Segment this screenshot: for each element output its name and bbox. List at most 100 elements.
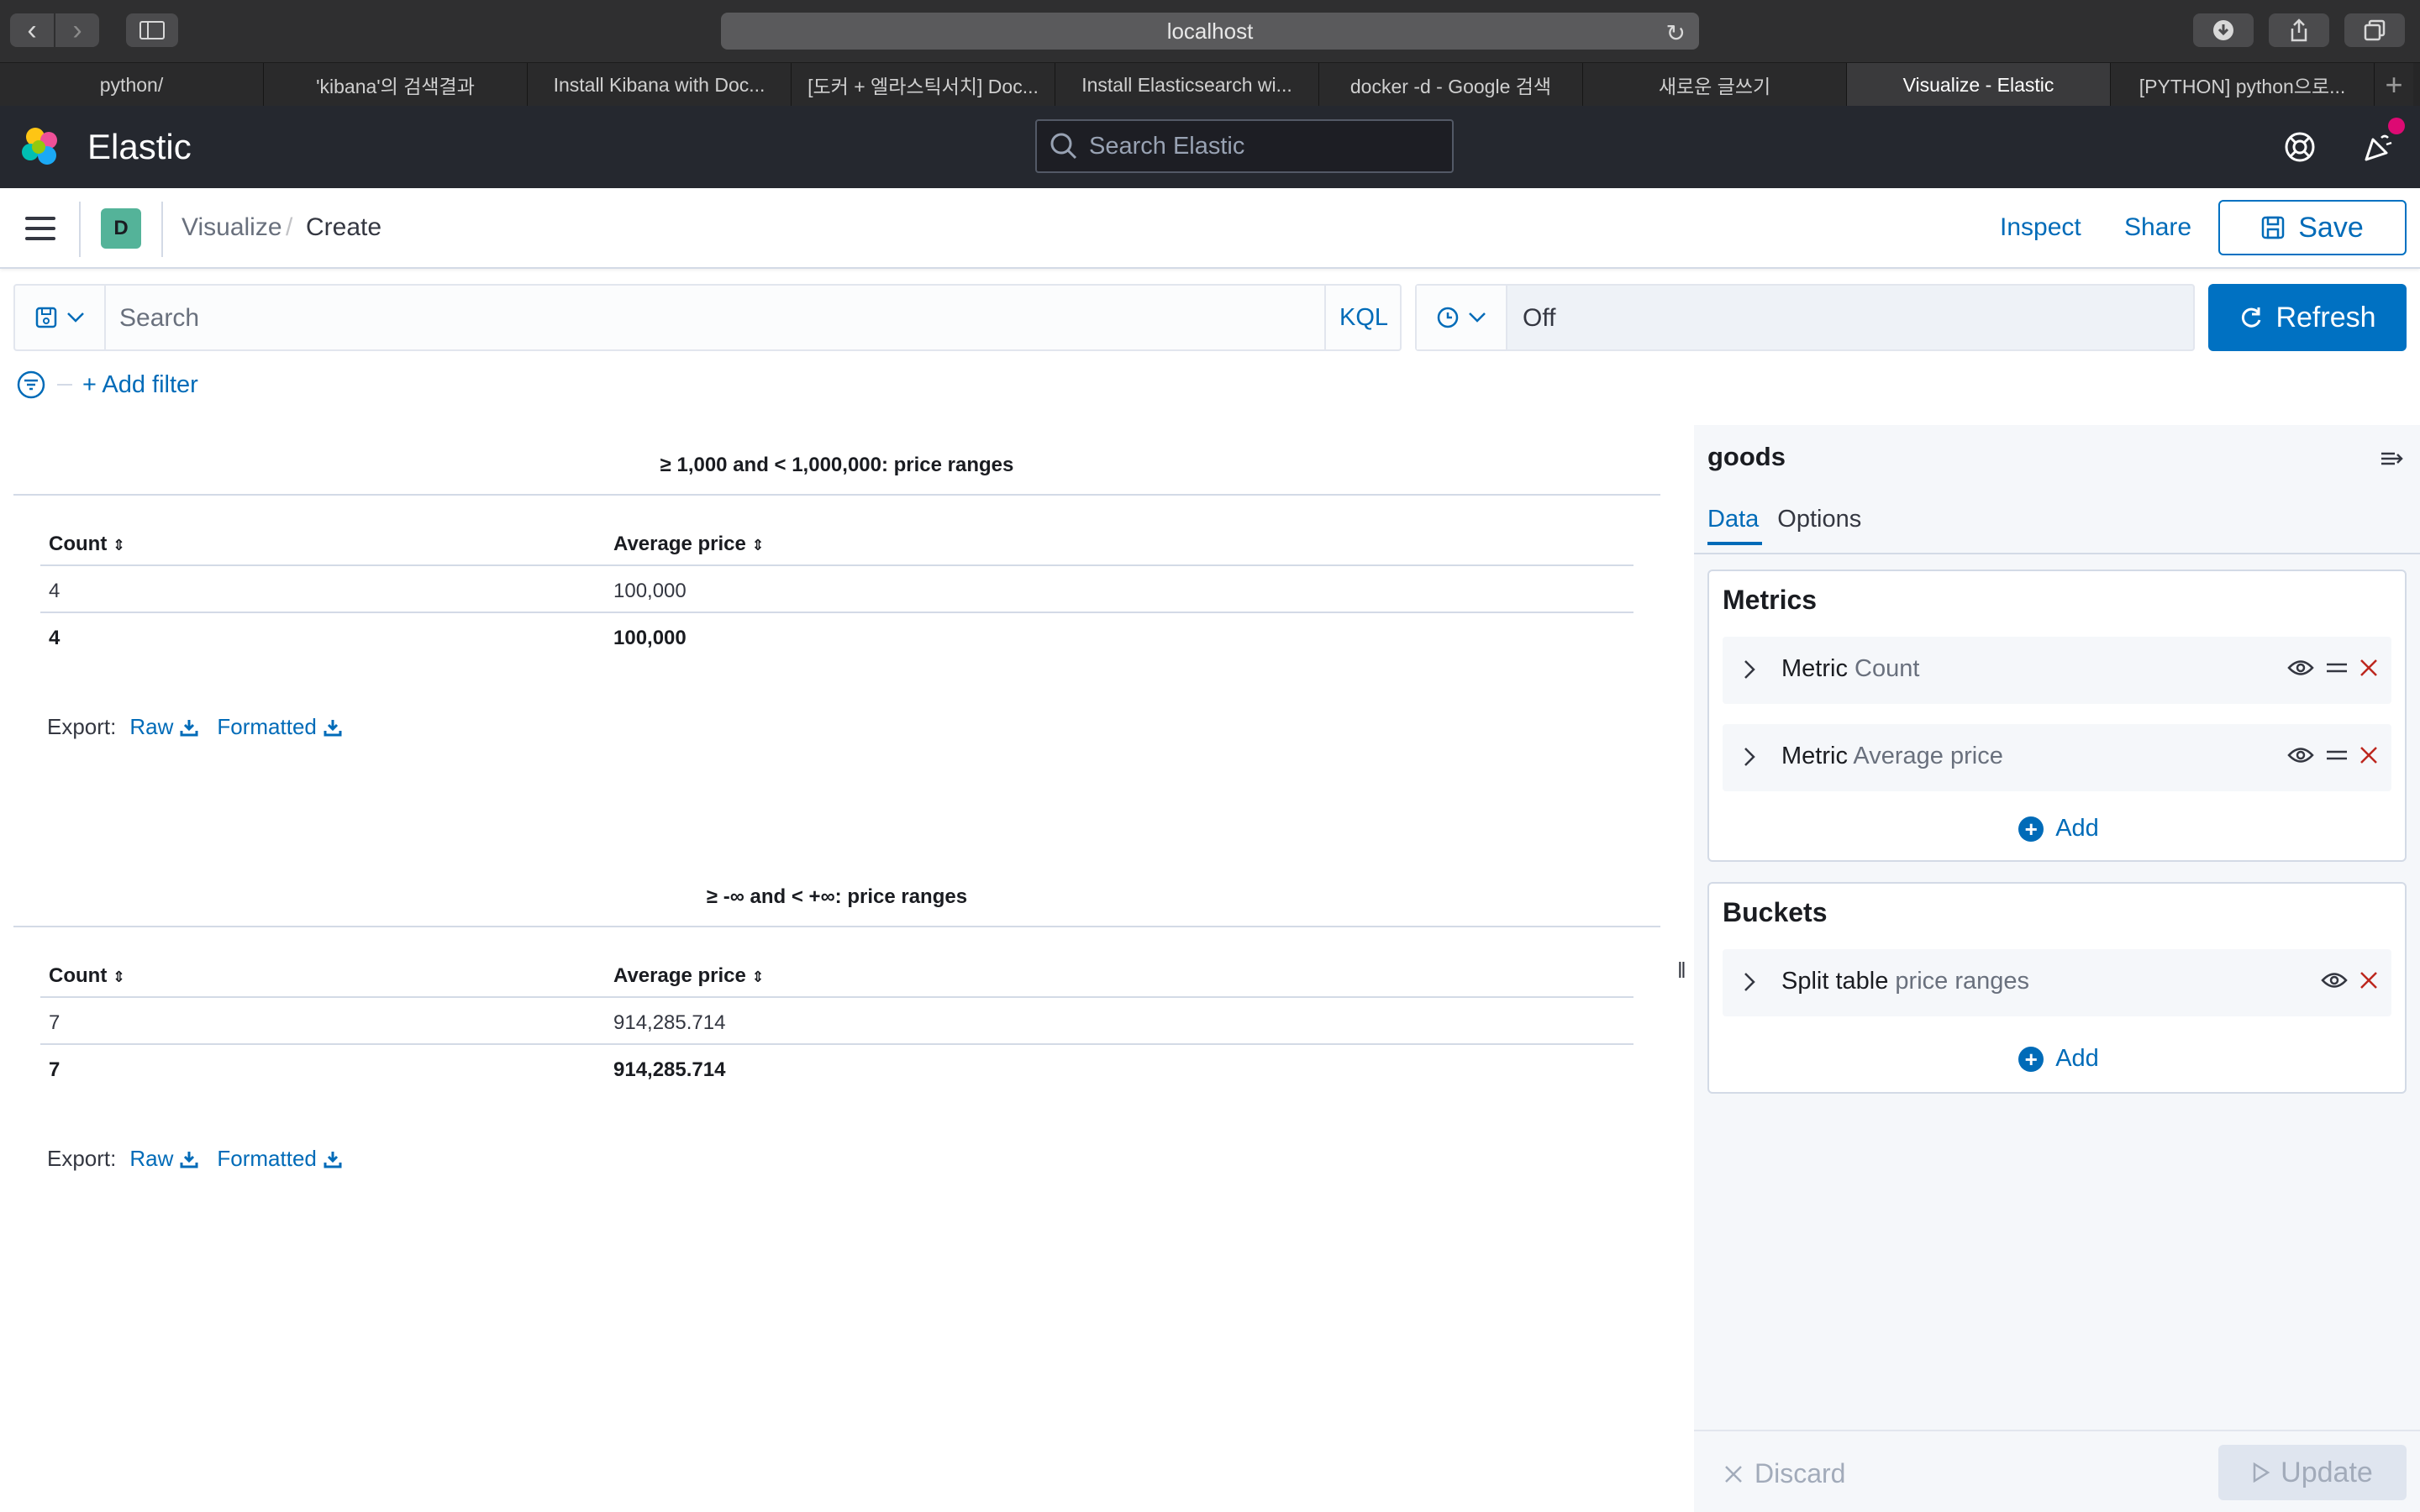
- quick-menu-button[interactable]: [1417, 286, 1507, 349]
- cell-count[interactable]: 7: [49, 1011, 60, 1035]
- update-button[interactable]: Update: [2218, 1445, 2407, 1500]
- table-total-row: 4 100,000: [40, 613, 1634, 660]
- sort-icon: ⇕: [112, 969, 126, 985]
- metric-agg-average-price[interactable]: Metric Average price: [1723, 724, 2391, 791]
- chevron-right-icon[interactable]: [1743, 659, 1756, 680]
- cell-count[interactable]: 4: [49, 580, 60, 603]
- share-button[interactable]: Share: [2124, 213, 2191, 242]
- export-raw-button[interactable]: Raw: [129, 714, 198, 740]
- download-icon: [180, 719, 198, 736]
- inspect-button[interactable]: Inspect: [2000, 213, 2081, 242]
- browser-tab[interactable]: python/: [0, 63, 264, 107]
- column-header-average-price[interactable]: Average price ⇕: [613, 533, 765, 556]
- download-icon: [324, 1151, 342, 1168]
- remove-icon[interactable]: [2360, 971, 2378, 990]
- elastic-logo-icon[interactable]: [18, 125, 62, 169]
- bucket-agg-label: Split table price ranges: [1781, 968, 2030, 995]
- kql-toggle-button[interactable]: KQL: [1324, 286, 1402, 349]
- share-icon: [2291, 18, 2307, 42]
- browser-tab[interactable]: Install Kibana with Doc...: [528, 63, 792, 107]
- tabs-icon: [2364, 19, 2386, 41]
- panel-resize-handle[interactable]: ‖: [1677, 958, 1686, 984]
- discard-label: Discard: [1754, 1458, 1846, 1488]
- new-tab-button[interactable]: +: [2375, 63, 2413, 107]
- global-search-input[interactable]: Search Elastic: [1035, 119, 1454, 173]
- reload-icon[interactable]: ↻: [1666, 19, 1686, 47]
- search-icon: [1050, 133, 1077, 160]
- browser-tabbar: python/ 'kibana'의 검색결과 Install Kibana wi…: [0, 62, 2420, 107]
- add-bucket-button[interactable]: + Add: [1709, 1045, 2408, 1073]
- menu-icon[interactable]: [25, 217, 55, 240]
- browser-tab[interactable]: Install Elasticsearch wi...: [1055, 63, 1319, 107]
- remove-icon[interactable]: [2360, 746, 2378, 764]
- browser-tab[interactable]: 새로운 글쓰기: [1583, 63, 1847, 107]
- notification-badge: [2388, 118, 2405, 134]
- column-header-count[interactable]: Count ⇕: [49, 964, 125, 988]
- chevron-right-icon[interactable]: [1743, 746, 1756, 768]
- kibana-header: Elastic Search Elastic: [0, 106, 2420, 188]
- save-button[interactable]: Save: [2218, 200, 2407, 255]
- buckets-title: Buckets: [1723, 897, 1828, 927]
- share-browser-button[interactable]: [2269, 13, 2329, 47]
- tab-options[interactable]: Options: [1777, 506, 1861, 545]
- column-header-average-price[interactable]: Average price ⇕: [613, 964, 765, 988]
- drag-handle-icon[interactable]: [2326, 662, 2348, 674]
- agg-actions: [2321, 971, 2378, 990]
- metric-agg-label: Metric Average price: [1781, 743, 2003, 769]
- bucket-agg-split-table[interactable]: Split table price ranges: [1723, 949, 2391, 1016]
- tab-data[interactable]: Data: [1707, 506, 1763, 545]
- refresh-button[interactable]: Refresh: [2208, 284, 2407, 351]
- filter-row: + Add filter: [17, 370, 198, 400]
- global-search-placeholder: Search Elastic: [1089, 132, 1245, 160]
- add-metric-label: Add: [2055, 815, 2099, 842]
- newsfeed-icon[interactable]: [2361, 129, 2396, 165]
- remove-icon[interactable]: [2360, 659, 2378, 677]
- table-row: 7 914,285.714: [40, 998, 1634, 1045]
- add-metric-button[interactable]: + Add: [1709, 815, 2408, 843]
- total-average-price: 100,000: [613, 627, 687, 649]
- divider: [1694, 553, 2420, 554]
- column-header-count[interactable]: Count ⇕: [49, 533, 125, 556]
- filter-icon[interactable]: [17, 370, 45, 399]
- browser-tab[interactable]: [도커 + 엘라스틱서치] Doc...: [792, 63, 1055, 107]
- collapse-sidebar-icon[interactable]: [2380, 449, 2405, 469]
- query-input[interactable]: Search: [119, 304, 199, 333]
- forward-button[interactable]: ›: [55, 13, 99, 47]
- browser-tab[interactable]: docker -d - Google 검색: [1319, 63, 1583, 107]
- back-button[interactable]: ‹: [10, 13, 54, 47]
- metrics-title: Metrics: [1723, 585, 1818, 615]
- export-formatted-button[interactable]: Formatted: [217, 1146, 342, 1172]
- drag-handle-icon[interactable]: [2326, 749, 2348, 761]
- tabs-overview-button[interactable]: [2344, 13, 2405, 47]
- eye-icon[interactable]: [2321, 971, 2348, 990]
- export-row: Export: Raw Formatted: [47, 714, 342, 740]
- refresh-interval-value[interactable]: Off: [1523, 304, 1555, 333]
- add-filter-button[interactable]: + Add filter: [82, 371, 198, 399]
- browser-tab[interactable]: 'kibana'의 검색결과: [264, 63, 528, 107]
- plus-circle-icon: +: [2018, 1046, 2044, 1072]
- cell-average-price[interactable]: 100,000: [613, 580, 687, 603]
- eye-icon[interactable]: [2287, 659, 2314, 677]
- chevron-right-icon[interactable]: [1743, 971, 1756, 993]
- export-formatted-button[interactable]: Formatted: [217, 714, 342, 740]
- eye-icon[interactable]: [2287, 746, 2314, 764]
- sidebar-icon: [139, 21, 165, 39]
- downloads-button[interactable]: [2193, 13, 2254, 47]
- export-raw-button[interactable]: Raw: [129, 1146, 198, 1172]
- index-pattern-title: goods: [1707, 442, 1786, 471]
- discard-button[interactable]: Discard: [1724, 1458, 1845, 1489]
- help-icon[interactable]: [2282, 129, 2317, 165]
- plus-circle-icon: +: [2018, 816, 2044, 842]
- cell-average-price[interactable]: 914,285.714: [613, 1011, 725, 1035]
- saved-query-button[interactable]: [15, 286, 106, 349]
- breadcrumb-visualize[interactable]: Visualize: [182, 213, 282, 242]
- clock-icon: [1437, 307, 1459, 328]
- browser-tab-active[interactable]: Visualize - Elastic: [1847, 63, 2111, 107]
- divider: [79, 202, 81, 257]
- download-icon: [2213, 20, 2233, 40]
- browser-tab[interactable]: [PYTHON] python으로...: [2111, 63, 2375, 107]
- address-bar[interactable]: localhost ↻: [721, 13, 1699, 50]
- metric-agg-count[interactable]: Metric Count: [1723, 637, 2391, 704]
- sidebar-toggle-button[interactable]: [126, 13, 178, 47]
- space-avatar[interactable]: D: [101, 208, 141, 249]
